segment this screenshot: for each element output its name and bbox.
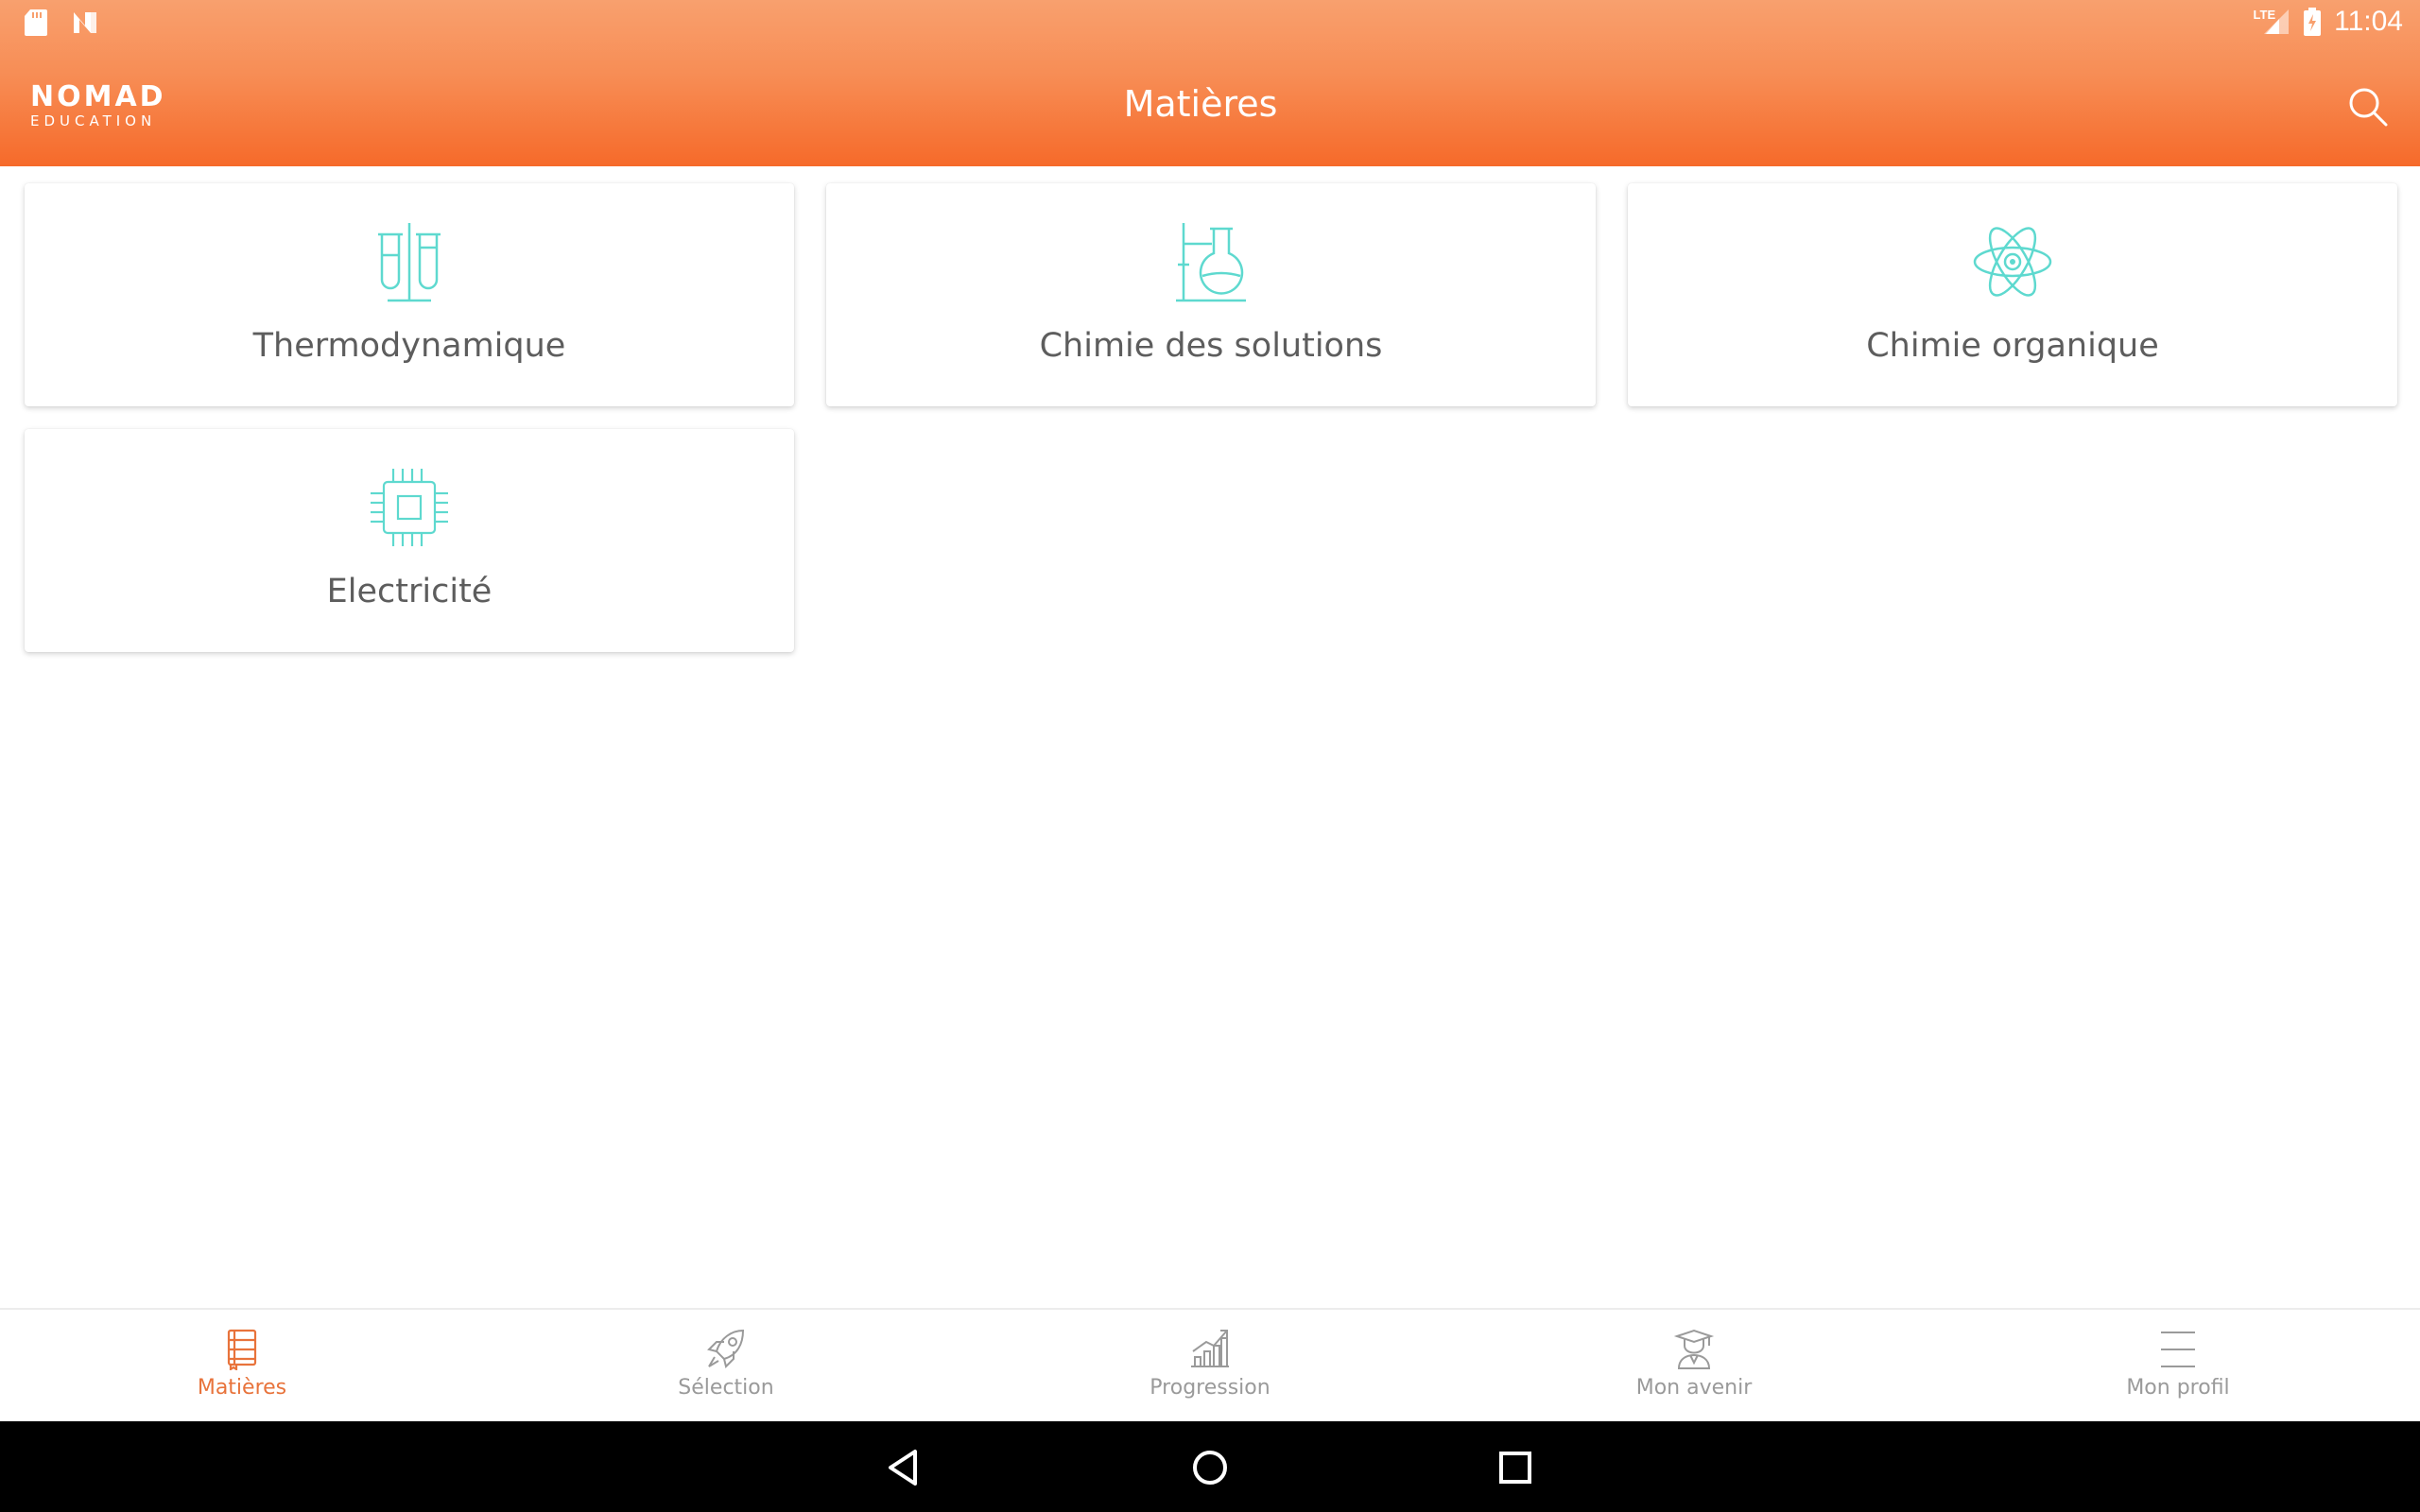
clock: 11:04 [2334, 6, 2403, 37]
chart-icon [1191, 1330, 1229, 1367]
nav-item-mon-profil[interactable]: Mon profil [1936, 1310, 2420, 1423]
home-button[interactable] [1186, 1444, 1234, 1491]
back-button[interactable] [881, 1444, 928, 1491]
status-bar: LTE 11:04 [0, 0, 2420, 47]
subject-label: Chimie organique [1866, 327, 2159, 365]
chip-icon [371, 469, 448, 546]
subject-label: Electricité [326, 573, 493, 610]
battery-icon [2304, 8, 2322, 36]
recents-button[interactable] [1492, 1444, 1539, 1491]
nav-item-progression[interactable]: Progression [968, 1310, 1452, 1423]
subject-label: Chimie des solutions [1039, 327, 1383, 365]
graduate-icon [1673, 1329, 1715, 1369]
nav-label: Sélection [678, 1376, 774, 1400]
recents-icon [1499, 1452, 1531, 1484]
search-button[interactable] [2344, 83, 2392, 130]
subject-card-thermodynamique[interactable]: Thermodynamique [25, 183, 794, 406]
system-navigation-bar [0, 1421, 2420, 1512]
app-bar: NOMAD EDUCATION Matières [0, 47, 2420, 166]
nav-label: Mon avenir [1635, 1376, 1753, 1400]
nav-item-mon-avenir[interactable]: Mon avenir [1452, 1310, 1936, 1423]
page-title: Matières [1123, 83, 1278, 125]
nav-item-matieres[interactable]: Matières [0, 1310, 484, 1423]
subject-card-electricite[interactable]: Electricité [25, 429, 794, 652]
book-icon [227, 1329, 257, 1370]
search-icon [2349, 88, 2388, 127]
nav-label: Mon profil [2126, 1376, 2230, 1400]
subject-card-chimie-des-solutions[interactable]: Chimie des solutions [826, 183, 1596, 406]
menu-icon [2161, 1332, 2195, 1367]
subject-label: Thermodynamique [252, 327, 566, 365]
network-type-label: LTE [2253, 7, 2276, 22]
bottom-navigation: Matières Sélection Progression Mon aveni… [0, 1308, 2420, 1421]
subject-card-chimie-organique[interactable]: Chimie organique [1628, 183, 2397, 406]
flask-stand-icon [1176, 223, 1246, 302]
sd-card-icon [25, 9, 47, 36]
nav-label: Matières [197, 1376, 287, 1400]
home-icon [1193, 1451, 1227, 1485]
rocket-icon [707, 1329, 745, 1368]
nav-label: Progression [1150, 1376, 1270, 1400]
atom-icon [1973, 227, 2052, 297]
n-notification-icon [74, 12, 96, 33]
nav-item-selection[interactable]: Sélection [484, 1310, 968, 1423]
test-tubes-icon [378, 223, 441, 302]
back-icon [889, 1450, 917, 1486]
